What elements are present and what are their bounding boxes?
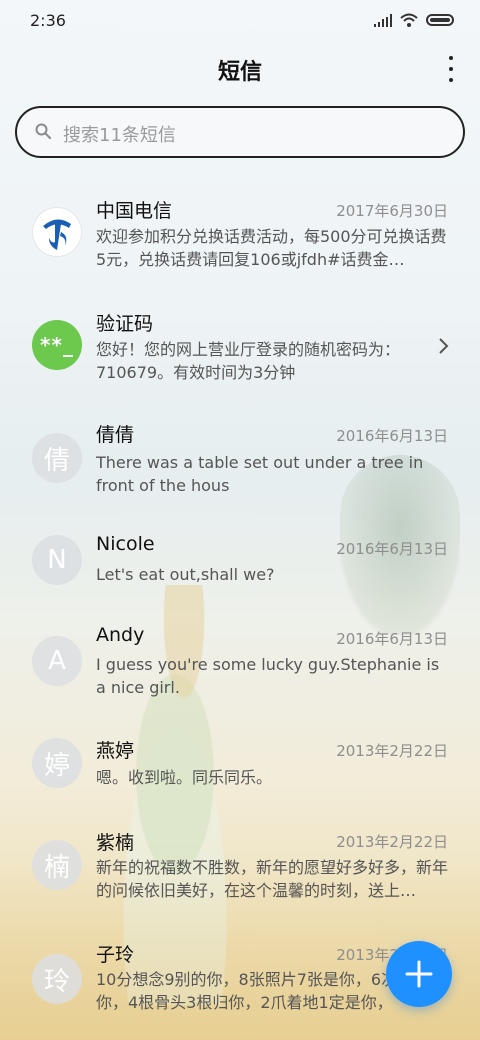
message-date: 2013年2月22日 xyxy=(336,833,448,851)
status-bar: 2:36 xyxy=(0,0,480,40)
sender-name: 紫楠 xyxy=(96,832,135,854)
avatar: 楠 xyxy=(32,840,82,890)
avatar: N xyxy=(32,535,82,585)
sender-name: 燕婷 xyxy=(96,740,135,762)
message-item[interactable]: 楠 紫楠 2013年2月22日 新年的祝福数不胜数，新年的愿望好多好多，新年的问… xyxy=(0,814,480,914)
message-item[interactable]: 中国电信 2017年6月30日 欢迎参加积分兑换话费活动，每500分可兑换话费5… xyxy=(0,180,480,280)
message-preview: 您好！您的网上营业厅登录的随机密码为：710679。有效时间为3分钟 xyxy=(96,340,401,382)
page-title: 短信 xyxy=(217,60,262,85)
avatar: A xyxy=(32,636,82,686)
message-preview: 欢迎参加积分兑换话费活动，每500分可兑换话费5元，兑换话费请回复106或jfd… xyxy=(96,227,447,269)
message-item[interactable]: **_ 验证码 您好！您的网上营业厅登录的随机密码为：710679。有效时间为3… xyxy=(0,293,480,393)
message-preview: I guess you're some lucky guy.Stephanie … xyxy=(96,655,440,697)
message-date: 2016年6月13日 xyxy=(336,427,448,445)
sender-name: 中国电信 xyxy=(96,200,173,222)
avatar: 婷 xyxy=(32,738,82,788)
message-item[interactable]: 婷 燕婷 2013年2月22日 嗯。收到啦。同乐同乐。 xyxy=(0,724,480,804)
message-item[interactable]: A Andy 2016年6月13日 I guess you're some lu… xyxy=(0,610,480,710)
sender-name: Andy xyxy=(96,624,145,646)
battery-icon xyxy=(426,14,454,26)
chevron-right-icon xyxy=(439,338,449,354)
message-date: 2016年6月13日 xyxy=(336,630,448,648)
search-icon xyxy=(35,123,51,139)
message-preview: There was a table set out under a tree i… xyxy=(96,453,424,495)
sender-name: 子玲 xyxy=(96,944,135,966)
message-date: 2016年6月13日 xyxy=(336,540,448,558)
avatar: 倩 xyxy=(32,433,82,483)
message-preview: Let's eat out,shall we? xyxy=(96,565,275,584)
sender-name: 倩倩 xyxy=(96,424,135,446)
status-icons xyxy=(374,12,454,28)
message-item[interactable]: 倩 倩倩 2016年6月13日 There was a table set ou… xyxy=(0,406,480,506)
verification-code-icon: **_ xyxy=(32,320,82,370)
signal-icon xyxy=(374,13,392,27)
sender-name: 验证码 xyxy=(96,313,154,335)
status-time: 2:36 xyxy=(30,11,66,30)
message-item[interactable]: N Nicole 2016年6月13日 Let's eat out,shall … xyxy=(0,519,480,599)
china-telecom-logo-icon xyxy=(32,207,82,257)
message-preview: 嗯。收到啦。同乐同乐。 xyxy=(96,768,273,787)
more-options-icon[interactable] xyxy=(446,56,456,82)
search-placeholder: 搜索11条短信 xyxy=(63,125,176,146)
wifi-icon xyxy=(400,13,418,27)
message-preview: 新年的祝福数不胜数，新年的愿望好多好多，新年的问候依旧美好，在这个温馨的时刻，送… xyxy=(96,858,448,900)
avatar: 玲 xyxy=(32,954,82,1004)
sender-name: Nicole xyxy=(96,533,155,555)
message-date: 2013年2月22日 xyxy=(336,742,448,760)
new-message-button[interactable] xyxy=(386,941,452,1007)
message-date: 2017年6月30日 xyxy=(336,202,448,220)
search-input[interactable]: 搜索11条短信 xyxy=(15,106,465,158)
plus-icon xyxy=(405,960,433,988)
